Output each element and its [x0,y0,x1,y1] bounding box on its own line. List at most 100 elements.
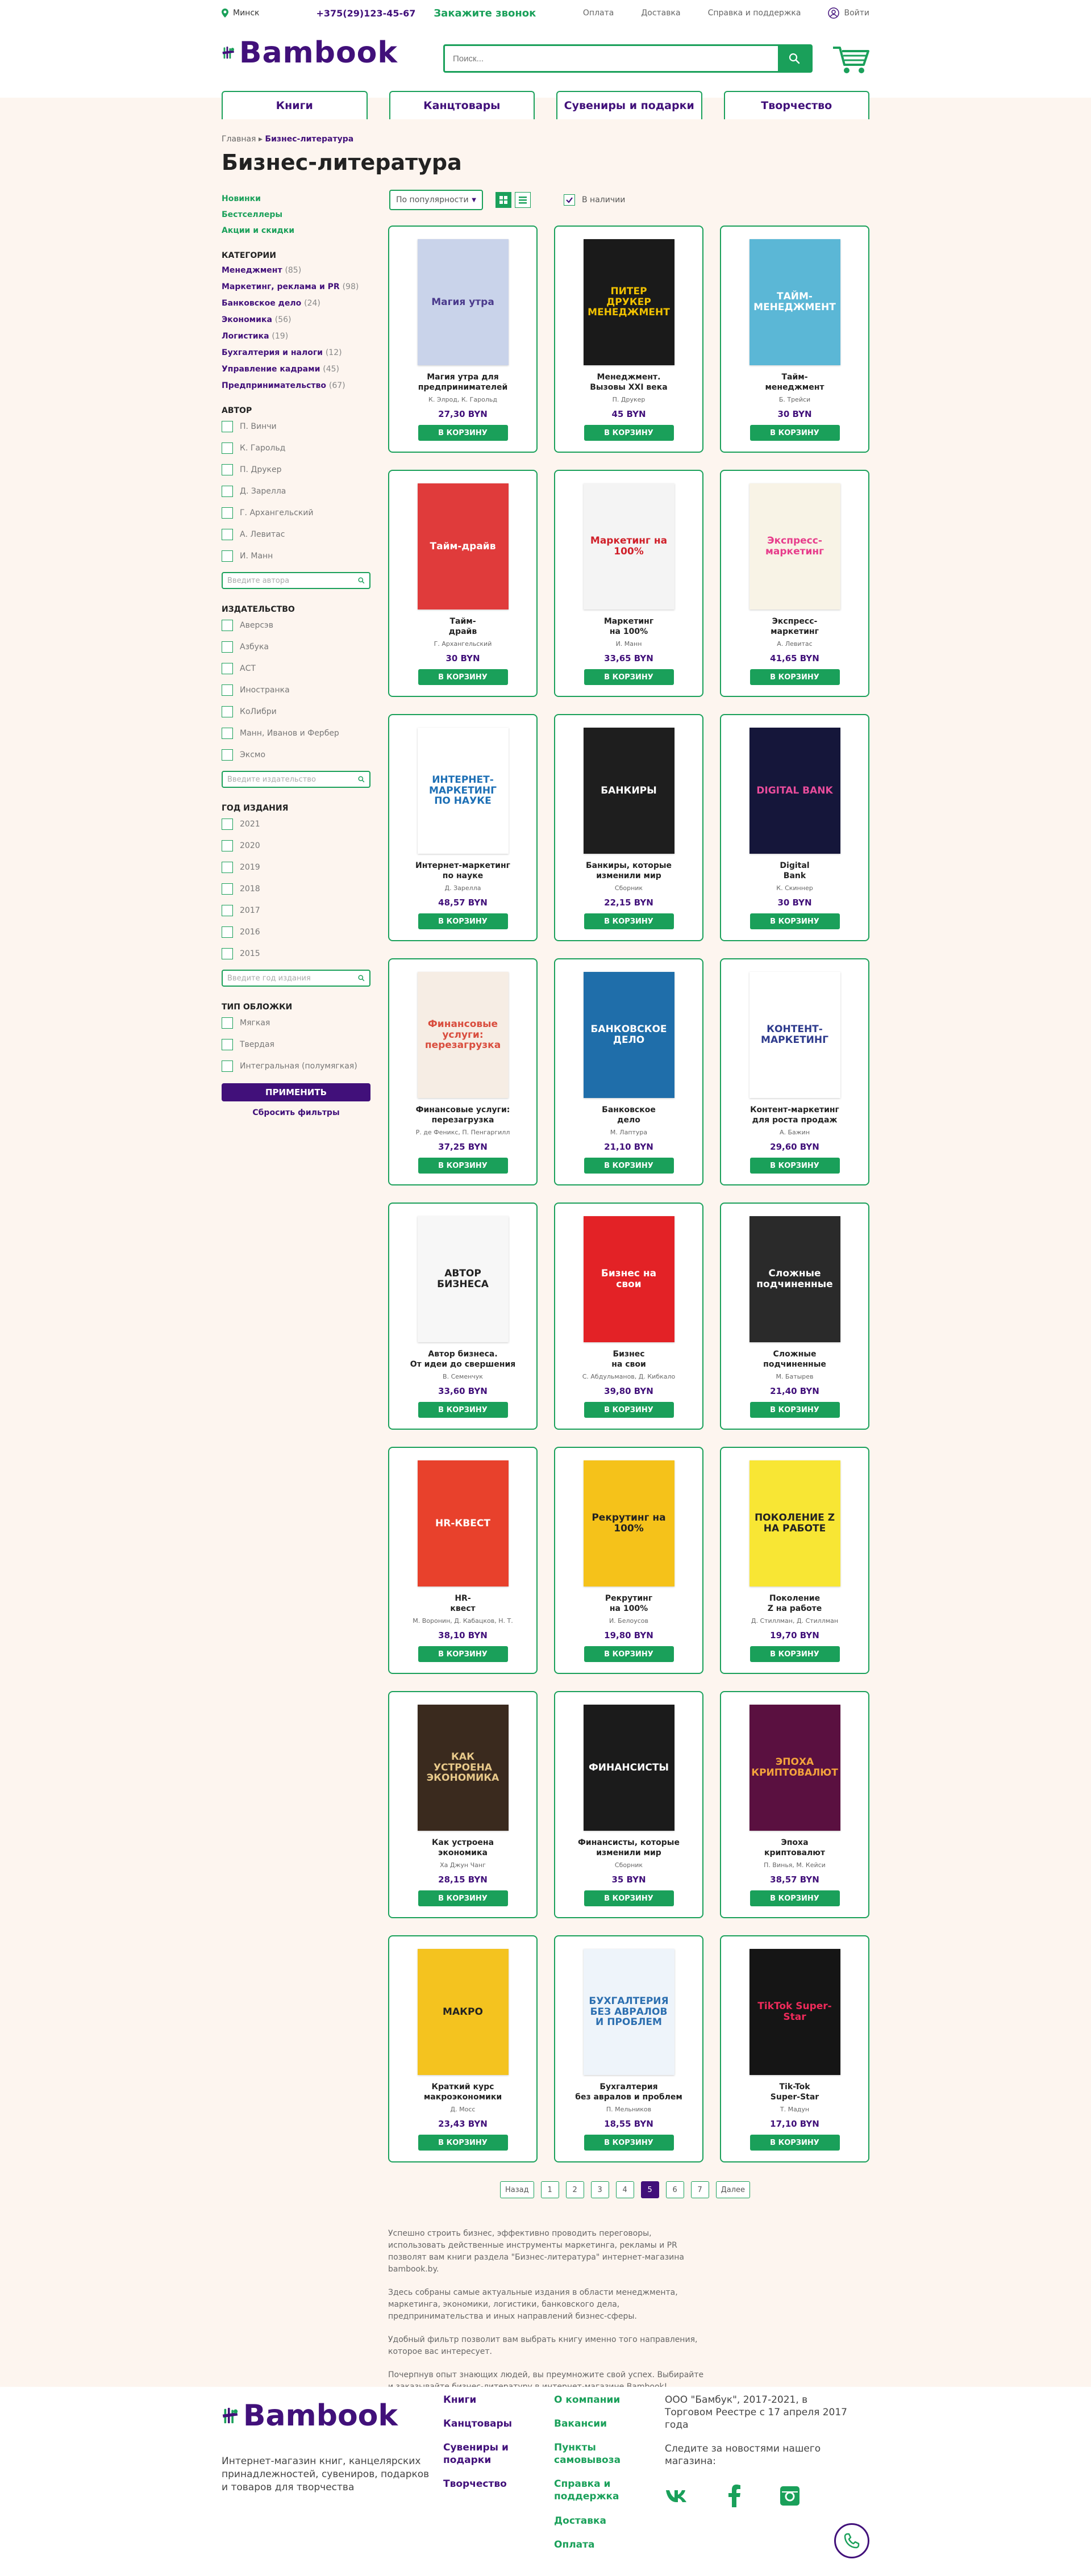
book-cover-image[interactable]: ТАЙМ-МЕНЕДЖМЕНТ [749,239,840,365]
author-option[interactable]: П. Винчи [222,421,372,432]
call-button[interactable] [834,2523,869,2558]
pagination-page[interactable]: 6 [665,2181,684,2198]
vk-icon[interactable] [665,2489,690,2503]
add-to-cart-button[interactable]: В КОРЗИНУ [418,2135,508,2151]
site-logo[interactable]: Bambook [222,28,398,77]
footer-link-support[interactable]: Справка и поддержка [554,2478,634,2503]
category-item[interactable]: Экономика (56) [222,315,372,324]
nav-tab-souvenirs[interactable]: Сувениры и подарки [556,91,702,119]
product-card[interactable]: Рекрутинг на 100% Рекрутинг на 100% И. Бел… [554,1447,703,1674]
book-cover-image[interactable]: TikTok Super-Star [749,1949,840,2075]
search-input[interactable] [445,46,778,71]
product-title[interactable]: HR- квест [401,1593,526,1614]
add-to-cart-button[interactable]: В КОРЗИНУ [584,1646,674,1663]
footer-link-books[interactable]: Книги [443,2394,528,2406]
year-option[interactable]: 2017 [222,905,372,916]
instagram-icon[interactable] [780,2486,800,2506]
book-cover-image[interactable]: БУХГАЛТЕРИЯ БЕЗ АВРАЛОВ И ПРОБЛЕМ [583,1949,674,2075]
book-cover-image[interactable]: Финансовые услуги: перезагрузка [417,972,509,1098]
product-card[interactable]: Маркетинг на 100% Маркетинг на 100% И. Ман… [554,470,703,697]
product-card[interactable]: ФИНАНСИСТЫ Финансисты, которые изменили м… [554,1691,703,1918]
add-to-cart-button[interactable]: В КОРЗИНУ [749,2135,840,2151]
add-to-cart-button[interactable]: В КОРЗИНУ [418,1158,508,1174]
nav-tab-stationery[interactable]: Канцтовары [389,91,535,119]
product-title[interactable]: Банкиры, которые изменили мир [567,861,692,881]
author-checkbox[interactable] [222,507,233,519]
add-to-cart-button[interactable]: В КОРЗИНУ [418,669,508,686]
publisher-option[interactable]: АСТ [222,663,372,674]
product-card[interactable]: HR-КВЕСТ HR- квест М. Воронин, Д. Кабацков… [388,1447,538,1674]
publisher-checkbox[interactable] [222,706,233,717]
product-card[interactable]: ЭПОХА КРИПТОВАЛЮТ Эпоха криптовалют П. Вин… [720,1691,869,1918]
reset-filters-link[interactable]: Сбросить фильтры [222,1108,370,1117]
author-checkbox[interactable] [222,442,233,454]
year-option[interactable]: 2020 [222,840,372,851]
add-to-cart-button[interactable]: В КОРЗИНУ [584,1890,674,1907]
book-cover-image[interactable]: АВТОР БИЗНЕСА [417,1216,509,1342]
book-cover-image[interactable]: Бизнес на свои [583,1216,674,1342]
footer-link-vacancies[interactable]: Вакансии [554,2418,634,2430]
author-checkbox[interactable] [222,550,233,562]
year-option[interactable]: 2016 [222,926,372,938]
login-link[interactable]: Войти [828,7,869,19]
cover-type-checkbox[interactable] [222,1039,233,1050]
cover-type-option[interactable]: Мягкая [222,1017,372,1029]
cover-type-option[interactable]: Интегральная (полумягкая) [222,1061,372,1072]
pagination-page[interactable]: 7 [690,2181,709,2198]
sidebar-link-sales[interactable]: Акции и скидки [222,226,372,235]
product-card[interactable]: ТАЙМ-МЕНЕДЖМЕНТ Тайм- менеджмент Б. Трейси… [720,226,869,453]
book-cover-image[interactable]: ПИТЕР ДРУКЕР МЕНЕДЖМЕНТ [583,239,674,365]
year-checkbox[interactable] [222,840,233,851]
publisher-checkbox[interactable] [222,620,233,631]
add-to-cart-button[interactable]: В КОРЗИНУ [749,1890,840,1907]
sidebar-link-bestsellers[interactable]: Бестселлеры [222,210,372,219]
add-to-cart-button[interactable]: В КОРЗИНУ [749,425,840,441]
book-cover-image[interactable]: Сложные подчиненные [749,1216,840,1342]
add-to-cart-button[interactable]: В КОРЗИНУ [749,1646,840,1663]
product-title[interactable]: Digital Bank [732,861,857,881]
product-title[interactable]: Поколение Z на работе [732,1593,857,1614]
add-to-cart-button[interactable]: В КОРЗИНУ [584,1402,674,1418]
product-title[interactable]: Рекрутинг на 100% [567,1593,692,1614]
book-cover-image[interactable]: Тайм-драйв [417,483,509,609]
add-to-cart-button[interactable]: В КОРЗИНУ [749,669,840,686]
category-item[interactable]: Управление кадрами (45) [222,365,372,374]
instock-checkbox[interactable] [564,194,575,206]
product-title[interactable]: Интернет-маркетинг по науке [401,861,526,881]
pagination-page[interactable]: 5 [640,2181,659,2198]
list-view-button[interactable] [515,192,531,208]
product-title[interactable]: Как устроена экономика [401,1838,526,1858]
product-card[interactable]: БАНКИРЫ Банкиры, которые изменили мир Сбор… [554,714,703,941]
product-title[interactable]: Финансисты, которые изменили мир [567,1838,692,1858]
pagination-page[interactable]: 3 [590,2181,609,2198]
link-delivery[interactable]: Доставка [641,9,680,18]
author-checkbox[interactable] [222,529,233,540]
add-to-cart-button[interactable]: В КОРЗИНУ [584,913,674,930]
book-cover-image[interactable]: Магия утра [417,239,509,365]
year-checkbox[interactable] [222,905,233,916]
product-card[interactable]: БУХГАЛТЕРИЯ БЕЗ АВРАЛОВ И ПРОБЛЕМ Бухгалт… [554,1935,703,2162]
footer-link-souvenirs[interactable]: Сувениры и подарки [443,2441,528,2466]
sidebar-link-new[interactable]: Новинки [222,194,372,203]
product-title[interactable]: Автор бизнеса. От идеи до свершения [401,1349,526,1370]
add-to-cart-button[interactable]: В КОРЗИНУ [584,425,674,441]
author-checkbox[interactable] [222,421,233,432]
apply-filters-button[interactable]: ПРИМЕНИТЬ [222,1083,370,1101]
year-option[interactable]: 2019 [222,862,372,873]
add-to-cart-button[interactable]: В КОРЗИНУ [584,669,674,686]
footer-link-stationery[interactable]: Канцтовары [443,2418,528,2430]
add-to-cart-button[interactable]: В КОРЗИНУ [749,1158,840,1174]
product-card[interactable]: Экспресс-маркетинг Экспресс- маркетинг А. … [720,470,869,697]
category-item[interactable]: Маркетинг, реклама и PR (98) [222,282,372,291]
publisher-checkbox[interactable] [222,663,233,674]
product-card[interactable]: БАНКОВСКОЕ ДЕЛО Банковское дело М. Лаптура… [554,958,703,1185]
add-to-cart-button[interactable]: В КОРЗИНУ [418,1890,508,1907]
year-option[interactable]: 2021 [222,819,372,830]
book-cover-image[interactable]: КАК УСТРОЕНА ЭКОНОМИКА [417,1705,509,1831]
publisher-option[interactable]: КоЛибри [222,706,372,717]
add-to-cart-button[interactable]: В КОРЗИНУ [418,913,508,930]
nav-tab-books[interactable]: Книги [222,91,368,119]
add-to-cart-button[interactable]: В КОРЗИНУ [418,1646,508,1663]
pagination-page[interactable]: 4 [615,2181,634,2198]
publisher-option[interactable]: Эксмо [222,749,372,761]
